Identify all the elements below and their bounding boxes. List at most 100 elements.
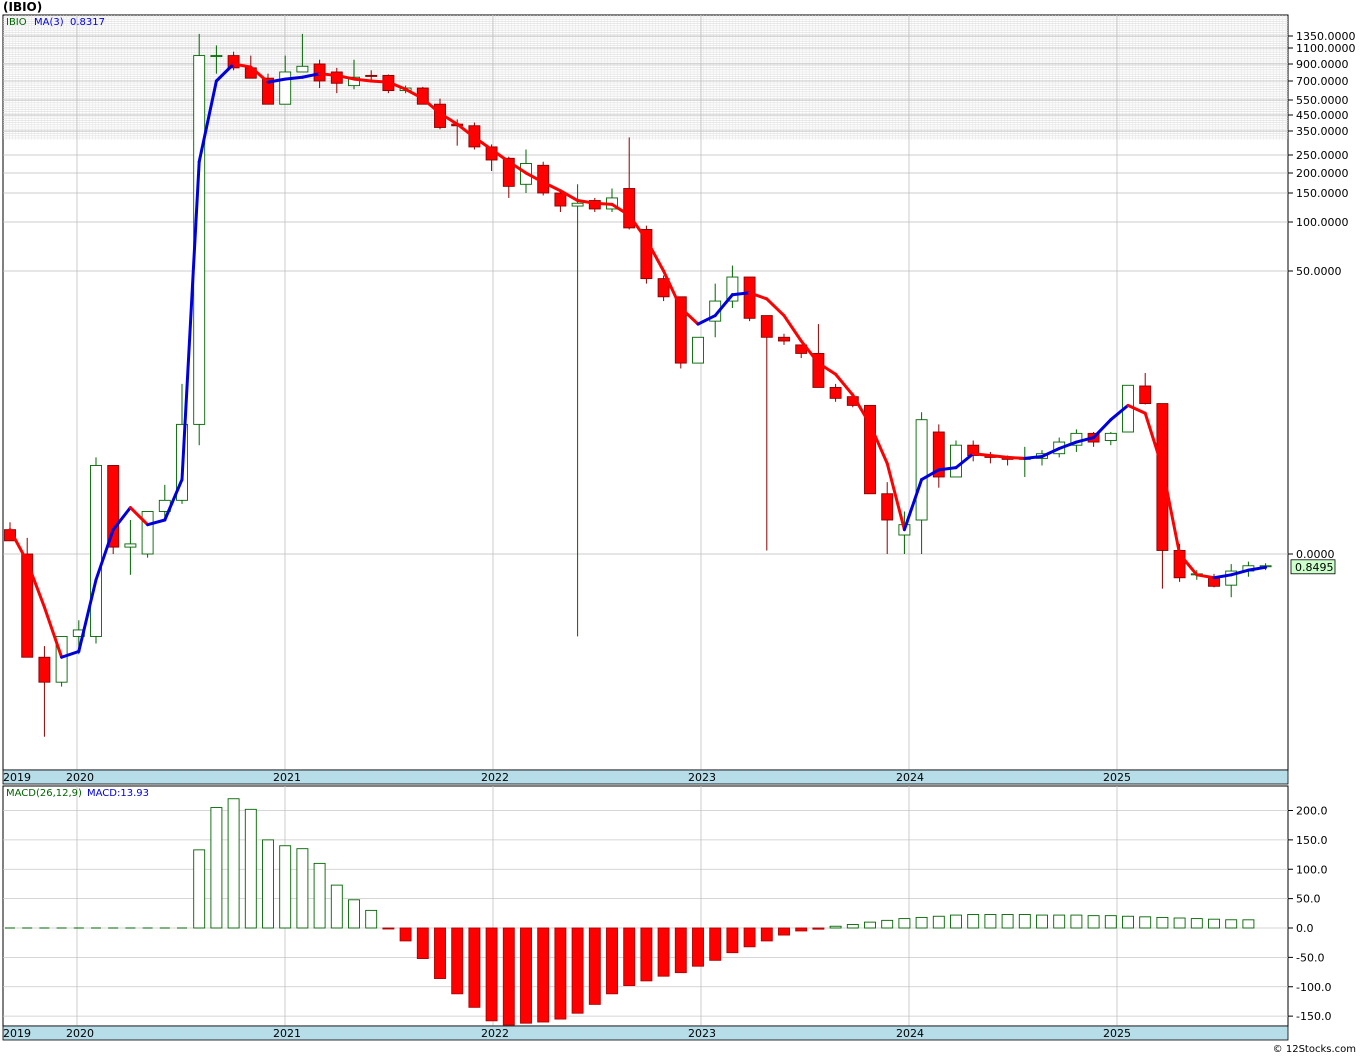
macd-bar	[330, 884, 343, 929]
macd-bar	[468, 927, 481, 1008]
macd-bar	[640, 927, 653, 982]
last-price-label: 0.8495	[1295, 561, 1334, 574]
macd-bar	[554, 927, 567, 1020]
price-tick-label: 150.0000	[1296, 187, 1349, 200]
macd-x-axis-bar	[2, 1025, 1289, 1041]
macd-bar	[244, 808, 257, 929]
macd-bar	[434, 927, 446, 979]
macd-bar	[502, 927, 515, 1026]
macd-legend-value: MACD:13.93	[87, 788, 149, 799]
macd-bar	[262, 839, 274, 929]
price-tick-label: 700.0000	[1296, 75, 1349, 88]
candle-body	[640, 228, 653, 280]
macd-bar	[657, 927, 670, 977]
candle-body	[571, 202, 584, 207]
candle-body	[38, 656, 51, 683]
macd-bar	[1018, 914, 1031, 929]
macd-bar	[313, 862, 326, 929]
candle-body	[778, 336, 790, 342]
macd-bar	[1242, 919, 1255, 929]
price-x-label: 2023	[688, 771, 716, 784]
macd-tick-label: 100.0	[1296, 863, 1328, 876]
macd-bar	[296, 848, 309, 929]
macd-bar	[520, 927, 532, 1024]
candle-body	[1104, 432, 1117, 441]
price-tick-label: 350.0000	[1296, 125, 1349, 138]
candle-body	[760, 315, 773, 338]
macd-bar	[365, 909, 378, 929]
macd-bar	[279, 845, 292, 929]
macd-panel: 200.0 150.0 100.0 50.0 0.0 -50.0 -100.0 -150.0 M…	[2, 785, 1331, 1041]
macd-tick-label: -150.0	[1296, 1010, 1331, 1023]
candle-body	[141, 511, 154, 555]
macd-x-label: 2024	[896, 1027, 924, 1040]
price-tick-label: 200.0000	[1296, 167, 1349, 180]
macd-bar	[795, 927, 808, 932]
candle-body	[107, 465, 120, 548]
macd-bar	[485, 927, 498, 1022]
macd-x-label: 2021	[273, 1027, 301, 1040]
price-tick-label: 900.0000	[1296, 58, 1349, 71]
macd-bar	[210, 807, 223, 929]
ma-line-segment	[971, 452, 992, 458]
macd-bar	[760, 927, 773, 942]
price-x-axis-bar	[2, 769, 1289, 785]
price-legend-symbol: IBIO	[6, 17, 27, 28]
macd-bar	[1225, 919, 1238, 929]
macd-bar	[399, 927, 412, 942]
macd-bar	[416, 927, 429, 959]
price-panel: 1350.00001100.0000900.0000700.0000550.00…	[2, 14, 1356, 785]
ma-line-segment	[988, 454, 1010, 459]
price-tick-label: 100.0000	[1296, 216, 1349, 229]
price-legend-ma: MA(3)	[34, 17, 64, 28]
macd-bar	[950, 914, 962, 929]
candle-body	[743, 276, 756, 319]
price-x-label: 2019	[3, 771, 31, 784]
macd-bar	[1053, 914, 1066, 929]
macd-bar	[588, 927, 601, 1005]
price-tick-label: 50.0000	[1296, 265, 1342, 278]
candle-body	[124, 543, 137, 548]
price-x-label: 2022	[481, 771, 509, 784]
macd-x-label: 2020	[66, 1027, 94, 1040]
macd-bar	[1001, 914, 1014, 929]
macd-bar	[537, 927, 550, 1023]
price-tick-label: 0.0000	[1296, 548, 1335, 561]
macd-bar	[778, 927, 790, 936]
macd-bar	[623, 927, 636, 987]
macd-bar	[1156, 916, 1169, 929]
macd-bar	[743, 927, 756, 948]
candle-body	[554, 192, 567, 207]
macd-bar	[1122, 915, 1134, 929]
macd-tick-label: -100.0	[1296, 981, 1331, 994]
macd-bar	[692, 927, 704, 967]
macd-bar	[709, 927, 722, 961]
macd-bar	[1070, 914, 1083, 929]
candle-body	[881, 493, 894, 521]
macd-bar	[451, 927, 464, 995]
candle-body	[90, 465, 102, 637]
macd-bar	[348, 899, 360, 929]
macd-legend-label: MACD(26,12,9)	[6, 788, 82, 799]
macd-tick-label: 50.0	[1296, 893, 1321, 906]
price-tick-label: 550.0000	[1296, 94, 1349, 107]
macd-bar	[193, 849, 206, 929]
macd-x-label: 2023	[688, 1027, 716, 1040]
price-legend-ma-value: 0.8317	[70, 17, 105, 28]
candle-body	[210, 55, 223, 58]
candle-body	[296, 65, 309, 73]
price-x-label: 2025	[1103, 771, 1131, 784]
price-tick-label: 250.0000	[1296, 149, 1349, 162]
macd-bar	[898, 918, 911, 929]
macd-bar	[1087, 915, 1100, 929]
macd-bar	[726, 927, 739, 954]
price-x-label: 2021	[273, 771, 301, 784]
macd-tick-label: 0.0	[1296, 922, 1314, 935]
macd-bar	[915, 916, 928, 929]
price-tick-label: 450.0000	[1296, 109, 1349, 122]
macd-bar	[881, 919, 894, 929]
macd-tick-label: 200.0	[1296, 805, 1328, 818]
macd-bar	[606, 927, 618, 995]
macd-bar	[864, 921, 876, 929]
candle-body	[829, 386, 842, 399]
